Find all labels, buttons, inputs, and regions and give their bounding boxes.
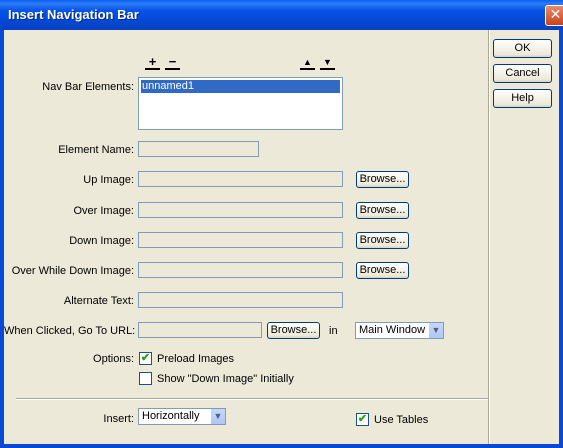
nav-bar-elements-list[interactable]: unnamed1 (138, 77, 343, 130)
use-tables-label: Use Tables (374, 414, 429, 426)
element-name-field[interactable] (138, 141, 259, 157)
down-image-browse-button[interactable]: Browse... (356, 232, 409, 249)
dialog-window: Insert Navigation Bar ✕ + − ▲ ▼ Nav Bar … (0, 0, 563, 448)
alternate-text-label: Alternate Text: (63, 295, 134, 307)
insert-label: Insert: (103, 413, 134, 425)
add-element-button[interactable]: + (145, 55, 160, 70)
dialog-title: Insert Navigation Bar (8, 7, 139, 22)
chevron-down-icon[interactable]: ▼ (210, 409, 225, 424)
use-tables-checkbox[interactable]: ✔ (356, 413, 369, 426)
insert-select[interactable]: Horizontally ▼ (138, 408, 226, 425)
title-bar[interactable]: Insert Navigation Bar ✕ (0, 0, 563, 30)
preload-images-label: Preload Images (157, 353, 235, 365)
divider (16, 398, 490, 400)
chevron-down-icon[interactable]: ▼ (428, 323, 443, 338)
up-image-browse-button[interactable]: Browse... (356, 171, 409, 188)
move-up-button[interactable]: ▲ (300, 55, 315, 70)
over-image-label: Over Image: (73, 205, 134, 217)
cancel-button[interactable]: Cancel (493, 64, 552, 83)
target-window-select[interactable]: Main Window ▼ (355, 322, 444, 339)
help-button[interactable]: Help (493, 89, 552, 108)
when-clicked-label: When Clicked, Go To URL: (4, 325, 136, 337)
over-image-field[interactable] (138, 202, 343, 218)
url-field[interactable] (138, 322, 262, 338)
show-down-image-checkbox[interactable] (139, 372, 152, 385)
preload-images-checkbox[interactable]: ✔ (139, 352, 152, 365)
element-name-label: Element Name: (58, 144, 134, 156)
list-item[interactable]: unnamed1 (141, 80, 340, 93)
dialog-body: + − ▲ ▼ Nav Bar Elements: unnamed1 Eleme… (4, 30, 559, 444)
over-image-browse-button[interactable]: Browse... (356, 202, 409, 219)
vertical-divider (488, 30, 490, 444)
down-image-label: Down Image: (69, 235, 134, 247)
down-image-field[interactable] (138, 232, 343, 248)
options-label: Options: (93, 353, 134, 365)
insert-value: Horizontally (142, 410, 200, 422)
remove-element-button[interactable]: − (165, 55, 180, 70)
over-while-down-image-browse-button[interactable]: Browse... (356, 262, 409, 279)
show-down-image-label: Show "Down Image" Initially (157, 373, 294, 385)
in-label: in (329, 325, 338, 337)
over-while-down-image-label: Over While Down Image: (11, 265, 134, 277)
nav-bar-elements-label: Nav Bar Elements: (42, 81, 134, 93)
close-icon[interactable]: ✕ (545, 5, 563, 26)
up-image-field[interactable] (138, 171, 343, 187)
url-browse-button[interactable]: Browse... (267, 322, 320, 339)
move-down-button[interactable]: ▼ (320, 55, 335, 70)
over-while-down-image-field[interactable] (138, 262, 343, 278)
target-window-value: Main Window (359, 324, 426, 336)
ok-button[interactable]: OK (493, 39, 552, 58)
alternate-text-field[interactable] (138, 292, 343, 308)
up-image-label: Up Image: (83, 174, 134, 186)
